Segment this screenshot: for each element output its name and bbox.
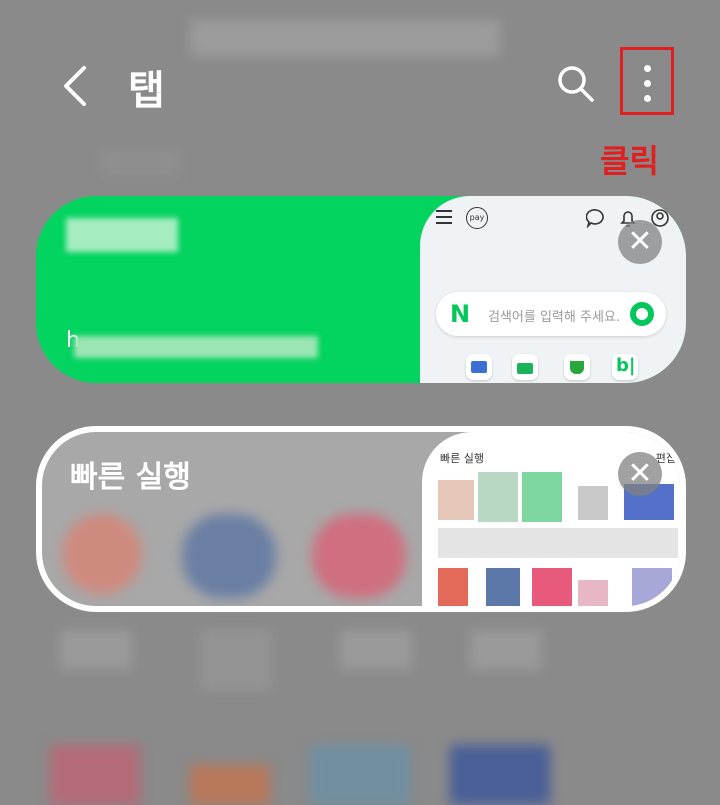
blurred-app-icon — [450, 745, 550, 805]
more-options-button[interactable] — [620, 47, 674, 115]
click-annotation: 클릭 — [600, 142, 659, 180]
news-app-icon — [466, 354, 492, 380]
blurred-tile — [478, 472, 518, 522]
blurred-status-bar — [190, 20, 500, 56]
blurred-app-icon — [190, 765, 270, 805]
blurred-quick-icon — [182, 514, 276, 598]
blurred-tile — [522, 472, 562, 522]
preview-title: 빠른 실행 — [440, 452, 484, 465]
blurred-tile — [578, 580, 608, 606]
cafe-app-icon — [564, 354, 590, 380]
menu-icon — [436, 210, 452, 224]
blurred-tile — [578, 486, 608, 520]
blurred-tile — [632, 568, 672, 606]
blurred-tile — [438, 480, 474, 520]
tab-url-blurred — [74, 336, 318, 358]
tab-card-naver[interactable]: h pay N 검색어를 입력해 주세요. b| ✕ — [36, 196, 686, 383]
blog-app-icon: b| — [612, 354, 638, 380]
blurred-app-icon — [50, 745, 140, 805]
blurred-tile — [532, 568, 572, 606]
blurred-shortcut — [470, 630, 542, 670]
search-placeholder: 검색어를 입력해 주세요. — [488, 310, 620, 325]
blurred-tile — [438, 528, 678, 558]
blurred-shortcut — [200, 630, 272, 690]
mail-app-icon — [512, 354, 538, 380]
naver-search-box: N 검색어를 입력해 주세요. — [436, 292, 666, 336]
blurred-shortcut — [60, 630, 132, 670]
page-title: 탭 — [128, 68, 165, 114]
blurred-label — [100, 150, 180, 176]
close-tab-button[interactable]: ✕ — [618, 220, 662, 264]
blurred-tile — [438, 568, 468, 606]
tab-title: 빠른 실행 — [70, 460, 191, 495]
blurred-app-icon — [310, 745, 410, 805]
more-dot — [644, 95, 651, 102]
close-tab-button[interactable]: ✕ — [618, 452, 662, 496]
more-dot — [644, 80, 651, 87]
naver-logo-icon: N — [450, 300, 471, 328]
back-arrow-icon[interactable] — [58, 62, 98, 110]
blurred-quick-icon — [312, 514, 406, 598]
more-dot — [644, 65, 651, 72]
tab-card-quick-access[interactable]: 빠른 실행 빠른 실행 편집 ✕ — [36, 426, 686, 612]
blurred-tile — [486, 568, 520, 606]
tab-title-blurred — [66, 218, 178, 252]
chat-icon — [586, 209, 604, 228]
blurred-shortcut — [340, 630, 412, 670]
naver-green-dot-icon — [630, 302, 654, 326]
search-icon[interactable] — [554, 62, 598, 106]
blurred-quick-icon — [62, 514, 142, 594]
pay-badge: pay — [466, 207, 488, 229]
